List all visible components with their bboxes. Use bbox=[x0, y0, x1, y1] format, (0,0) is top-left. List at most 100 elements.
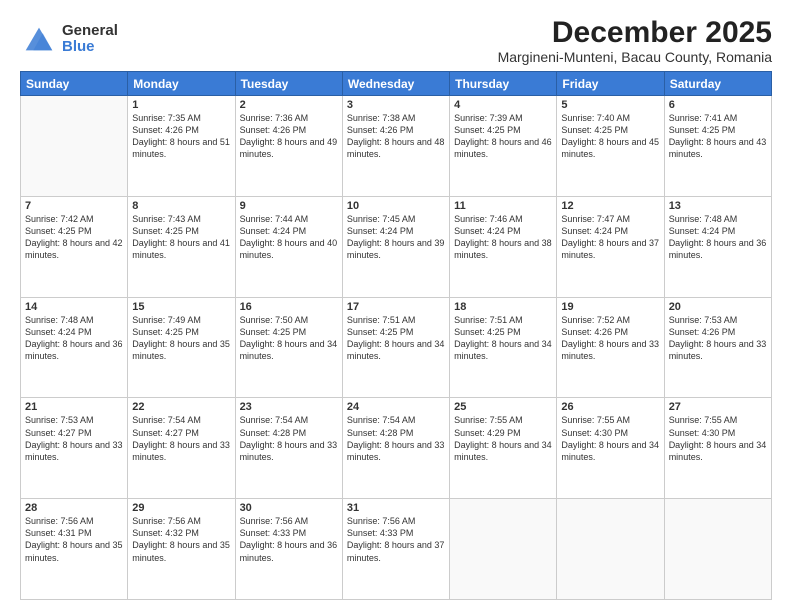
day-detail: Sunrise: 7:46 AMSunset: 4:24 PMDaylight:… bbox=[454, 214, 552, 260]
day-detail: Sunrise: 7:49 AMSunset: 4:25 PMDaylight:… bbox=[132, 315, 230, 361]
day-detail: Sunrise: 7:41 AMSunset: 4:25 PMDaylight:… bbox=[669, 113, 767, 159]
day-detail: Sunrise: 7:54 AMSunset: 4:27 PMDaylight:… bbox=[132, 415, 230, 461]
day-number: 1 bbox=[132, 99, 230, 111]
title-block: December 2025 Margineni-Munteni, Bacau C… bbox=[498, 16, 772, 65]
day-number: 27 bbox=[669, 401, 767, 413]
day-detail: Sunrise: 7:56 AMSunset: 4:33 PMDaylight:… bbox=[347, 516, 445, 562]
day-detail: Sunrise: 7:45 AMSunset: 4:24 PMDaylight:… bbox=[347, 214, 445, 260]
calendar-cell: 2 Sunrise: 7:36 AMSunset: 4:26 PMDayligh… bbox=[235, 96, 342, 197]
day-detail: Sunrise: 7:39 AMSunset: 4:25 PMDaylight:… bbox=[454, 113, 552, 159]
calendar-cell: 26 Sunrise: 7:55 AMSunset: 4:30 PMDaylig… bbox=[557, 398, 664, 499]
calendar-cell: 4 Sunrise: 7:39 AMSunset: 4:25 PMDayligh… bbox=[450, 96, 557, 197]
day-number: 4 bbox=[454, 99, 552, 111]
week-row-0: 1 Sunrise: 7:35 AMSunset: 4:26 PMDayligh… bbox=[21, 96, 772, 197]
day-detail: Sunrise: 7:51 AMSunset: 4:25 PMDaylight:… bbox=[347, 315, 445, 361]
logo-general-text: General bbox=[62, 23, 118, 40]
calendar-cell: 5 Sunrise: 7:40 AMSunset: 4:25 PMDayligh… bbox=[557, 96, 664, 197]
day-detail: Sunrise: 7:50 AMSunset: 4:25 PMDaylight:… bbox=[240, 315, 338, 361]
calendar-cell: 30 Sunrise: 7:56 AMSunset: 4:33 PMDaylig… bbox=[235, 499, 342, 600]
calendar-cell: 1 Sunrise: 7:35 AMSunset: 4:26 PMDayligh… bbox=[128, 96, 235, 197]
calendar-cell: 8 Sunrise: 7:43 AMSunset: 4:25 PMDayligh… bbox=[128, 196, 235, 297]
calendar-cell: 28 Sunrise: 7:56 AMSunset: 4:31 PMDaylig… bbox=[21, 499, 128, 600]
main-title: December 2025 bbox=[498, 16, 772, 49]
header: General Blue December 2025 Margineni-Mun… bbox=[20, 16, 772, 65]
day-number: 10 bbox=[347, 200, 445, 212]
logo-icon bbox=[20, 20, 58, 58]
calendar-cell: 16 Sunrise: 7:50 AMSunset: 4:25 PMDaylig… bbox=[235, 297, 342, 398]
day-detail: Sunrise: 7:53 AMSunset: 4:26 PMDaylight:… bbox=[669, 315, 767, 361]
day-number: 2 bbox=[240, 99, 338, 111]
calendar-cell: 24 Sunrise: 7:54 AMSunset: 4:28 PMDaylig… bbox=[342, 398, 449, 499]
day-number: 6 bbox=[669, 99, 767, 111]
weekday-header-monday: Monday bbox=[128, 72, 235, 96]
day-number: 28 bbox=[25, 502, 123, 514]
day-detail: Sunrise: 7:56 AMSunset: 4:32 PMDaylight:… bbox=[132, 516, 230, 562]
day-number: 9 bbox=[240, 200, 338, 212]
week-row-4: 28 Sunrise: 7:56 AMSunset: 4:31 PMDaylig… bbox=[21, 499, 772, 600]
weekday-header-thursday: Thursday bbox=[450, 72, 557, 96]
day-number: 22 bbox=[132, 401, 230, 413]
day-number: 7 bbox=[25, 200, 123, 212]
day-number: 31 bbox=[347, 502, 445, 514]
calendar-cell: 19 Sunrise: 7:52 AMSunset: 4:26 PMDaylig… bbox=[557, 297, 664, 398]
day-detail: Sunrise: 7:54 AMSunset: 4:28 PMDaylight:… bbox=[347, 415, 445, 461]
calendar-cell: 11 Sunrise: 7:46 AMSunset: 4:24 PMDaylig… bbox=[450, 196, 557, 297]
calendar-cell: 18 Sunrise: 7:51 AMSunset: 4:25 PMDaylig… bbox=[450, 297, 557, 398]
day-detail: Sunrise: 7:43 AMSunset: 4:25 PMDaylight:… bbox=[132, 214, 230, 260]
logo-text: General Blue bbox=[62, 23, 118, 56]
calendar-cell: 25 Sunrise: 7:55 AMSunset: 4:29 PMDaylig… bbox=[450, 398, 557, 499]
day-number: 12 bbox=[561, 200, 659, 212]
weekday-header-row: SundayMondayTuesdayWednesdayThursdayFrid… bbox=[21, 72, 772, 96]
calendar-cell: 31 Sunrise: 7:56 AMSunset: 4:33 PMDaylig… bbox=[342, 499, 449, 600]
day-detail: Sunrise: 7:35 AMSunset: 4:26 PMDaylight:… bbox=[132, 113, 230, 159]
calendar-cell: 7 Sunrise: 7:42 AMSunset: 4:25 PMDayligh… bbox=[21, 196, 128, 297]
calendar-cell bbox=[450, 499, 557, 600]
day-detail: Sunrise: 7:36 AMSunset: 4:26 PMDaylight:… bbox=[240, 113, 338, 159]
week-row-1: 7 Sunrise: 7:42 AMSunset: 4:25 PMDayligh… bbox=[21, 196, 772, 297]
day-number: 11 bbox=[454, 200, 552, 212]
day-detail: Sunrise: 7:53 AMSunset: 4:27 PMDaylight:… bbox=[25, 415, 123, 461]
weekday-header-saturday: Saturday bbox=[664, 72, 771, 96]
day-detail: Sunrise: 7:54 AMSunset: 4:28 PMDaylight:… bbox=[240, 415, 338, 461]
page: General Blue December 2025 Margineni-Mun… bbox=[0, 0, 792, 612]
day-number: 24 bbox=[347, 401, 445, 413]
weekday-header-tuesday: Tuesday bbox=[235, 72, 342, 96]
day-detail: Sunrise: 7:55 AMSunset: 4:30 PMDaylight:… bbox=[669, 415, 767, 461]
subtitle: Margineni-Munteni, Bacau County, Romania bbox=[498, 49, 772, 65]
day-detail: Sunrise: 7:56 AMSunset: 4:31 PMDaylight:… bbox=[25, 516, 123, 562]
weekday-header-wednesday: Wednesday bbox=[342, 72, 449, 96]
day-number: 23 bbox=[240, 401, 338, 413]
day-detail: Sunrise: 7:40 AMSunset: 4:25 PMDaylight:… bbox=[561, 113, 659, 159]
day-number: 25 bbox=[454, 401, 552, 413]
day-number: 3 bbox=[347, 99, 445, 111]
calendar-cell: 20 Sunrise: 7:53 AMSunset: 4:26 PMDaylig… bbox=[664, 297, 771, 398]
day-number: 5 bbox=[561, 99, 659, 111]
calendar-cell bbox=[557, 499, 664, 600]
day-detail: Sunrise: 7:55 AMSunset: 4:29 PMDaylight:… bbox=[454, 415, 552, 461]
day-detail: Sunrise: 7:38 AMSunset: 4:26 PMDaylight:… bbox=[347, 113, 445, 159]
calendar-cell: 14 Sunrise: 7:48 AMSunset: 4:24 PMDaylig… bbox=[21, 297, 128, 398]
day-number: 16 bbox=[240, 301, 338, 313]
calendar-cell: 15 Sunrise: 7:49 AMSunset: 4:25 PMDaylig… bbox=[128, 297, 235, 398]
weekday-header-sunday: Sunday bbox=[21, 72, 128, 96]
calendar-cell: 6 Sunrise: 7:41 AMSunset: 4:25 PMDayligh… bbox=[664, 96, 771, 197]
weekday-header-friday: Friday bbox=[557, 72, 664, 96]
logo: General Blue bbox=[20, 20, 118, 58]
calendar-table: SundayMondayTuesdayWednesdayThursdayFrid… bbox=[20, 71, 772, 600]
day-detail: Sunrise: 7:44 AMSunset: 4:24 PMDaylight:… bbox=[240, 214, 338, 260]
calendar-cell: 17 Sunrise: 7:51 AMSunset: 4:25 PMDaylig… bbox=[342, 297, 449, 398]
calendar-cell: 10 Sunrise: 7:45 AMSunset: 4:24 PMDaylig… bbox=[342, 196, 449, 297]
calendar-cell: 13 Sunrise: 7:48 AMSunset: 4:24 PMDaylig… bbox=[664, 196, 771, 297]
day-detail: Sunrise: 7:48 AMSunset: 4:24 PMDaylight:… bbox=[25, 315, 123, 361]
day-number: 17 bbox=[347, 301, 445, 313]
calendar-cell: 23 Sunrise: 7:54 AMSunset: 4:28 PMDaylig… bbox=[235, 398, 342, 499]
week-row-2: 14 Sunrise: 7:48 AMSunset: 4:24 PMDaylig… bbox=[21, 297, 772, 398]
calendar-cell: 3 Sunrise: 7:38 AMSunset: 4:26 PMDayligh… bbox=[342, 96, 449, 197]
day-number: 18 bbox=[454, 301, 552, 313]
calendar-cell: 27 Sunrise: 7:55 AMSunset: 4:30 PMDaylig… bbox=[664, 398, 771, 499]
day-detail: Sunrise: 7:51 AMSunset: 4:25 PMDaylight:… bbox=[454, 315, 552, 361]
calendar-cell bbox=[21, 96, 128, 197]
logo-blue-text: Blue bbox=[62, 39, 118, 56]
day-number: 30 bbox=[240, 502, 338, 514]
week-row-3: 21 Sunrise: 7:53 AMSunset: 4:27 PMDaylig… bbox=[21, 398, 772, 499]
